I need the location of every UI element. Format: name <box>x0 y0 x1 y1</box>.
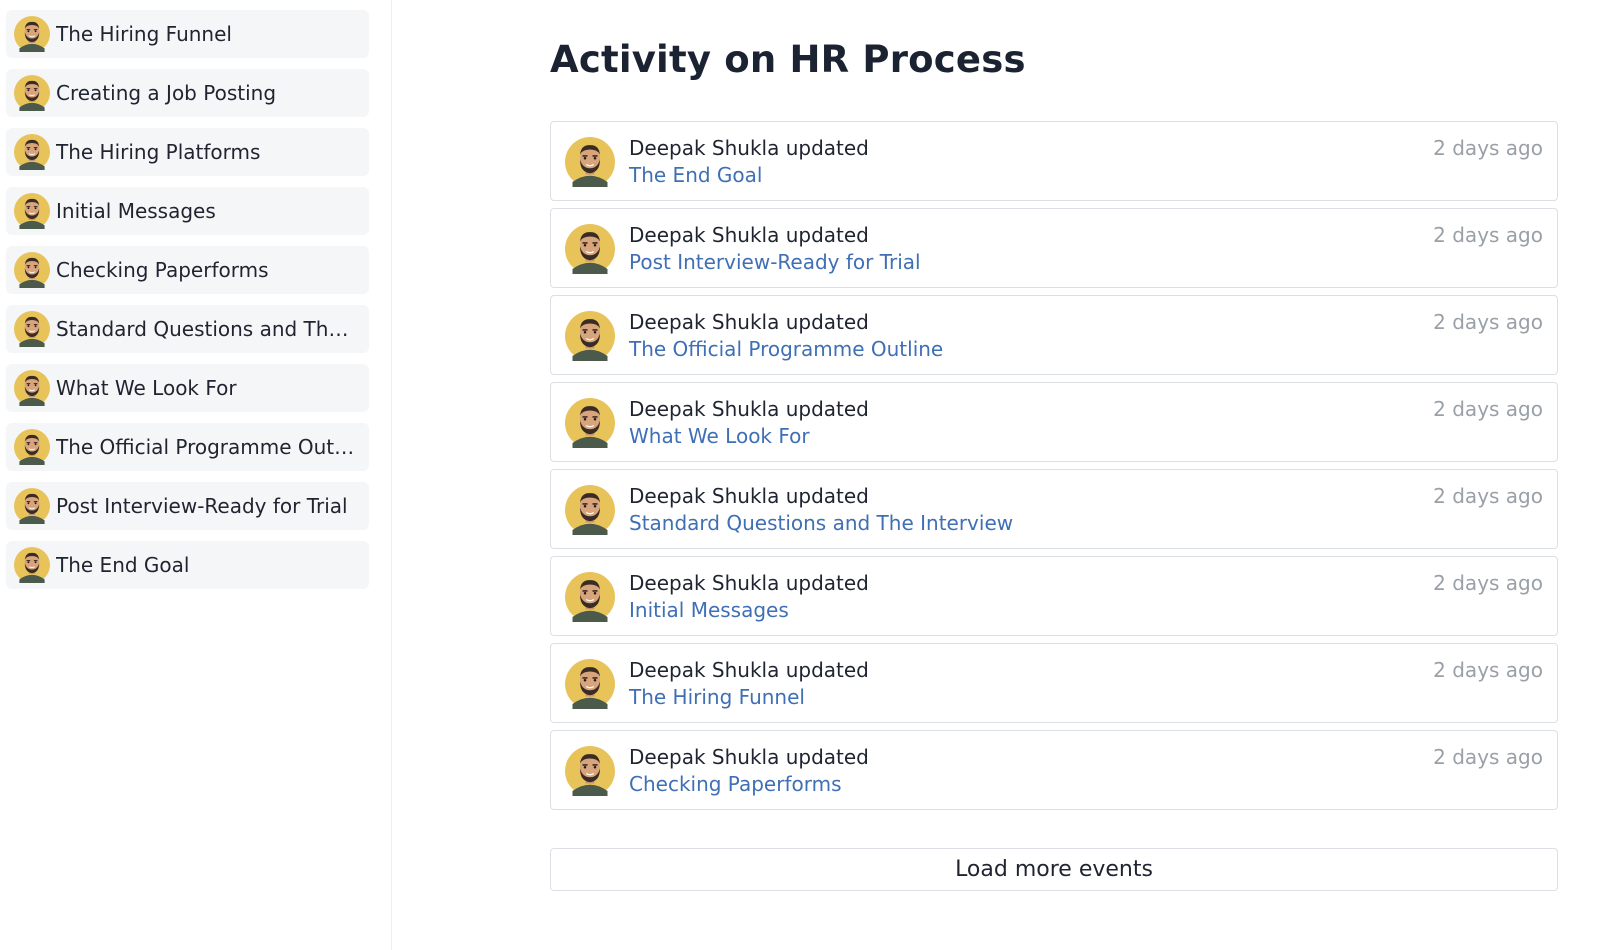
sidebar: The Hiring Funnel Creating a Job Posting… <box>0 0 392 950</box>
sidebar-item-label: Initial Messages <box>56 199 216 223</box>
event-timestamp: 2 days ago <box>1433 136 1543 160</box>
activity-event: Deepak Shukla updated The Hiring Funnel … <box>550 643 1558 723</box>
sidebar-item-official-programme-outline[interactable]: The Official Programme Outline <box>6 423 369 471</box>
user-avatar-icon <box>14 370 50 406</box>
sidebar-item-label: Standard Questions and The In... <box>56 317 358 341</box>
user-avatar-icon <box>14 252 50 288</box>
event-timestamp: 2 days ago <box>1433 397 1543 421</box>
sidebar-item-the-end-goal[interactable]: The End Goal <box>6 541 369 589</box>
event-timestamp: 2 days ago <box>1433 223 1543 247</box>
user-avatar-icon <box>565 485 615 535</box>
sidebar-item-label: What We Look For <box>56 376 237 400</box>
user-avatar-icon <box>14 311 50 347</box>
event-actor: Deepak Shukla updated <box>629 310 869 334</box>
activity-event: Deepak Shukla updated Checking Paperform… <box>550 730 1558 810</box>
event-actor: Deepak Shukla updated <box>629 658 869 682</box>
user-avatar-icon <box>565 659 615 709</box>
user-avatar-icon <box>565 137 615 187</box>
activity-event: Deepak Shukla updated What We Look For 2… <box>550 382 1558 462</box>
page-title: Activity on HR Process <box>550 38 1026 81</box>
sidebar-item-post-interview-ready[interactable]: Post Interview-Ready for Trial <box>6 482 369 530</box>
event-timestamp: 2 days ago <box>1433 310 1543 334</box>
user-avatar-icon <box>14 193 50 229</box>
sidebar-item-what-we-look-for[interactable]: What We Look For <box>6 364 369 412</box>
user-avatar-icon <box>565 398 615 448</box>
event-timestamp: 2 days ago <box>1433 571 1543 595</box>
sidebar-item-label: The End Goal <box>56 553 190 577</box>
sidebar-item-label: Post Interview-Ready for Trial <box>56 494 348 518</box>
user-avatar-icon <box>14 16 50 52</box>
sidebar-item-label: Creating a Job Posting <box>56 81 277 105</box>
event-actor: Deepak Shukla updated <box>629 397 869 421</box>
activity-event: Deepak Shukla updated The End Goal 2 day… <box>550 121 1558 201</box>
user-avatar-icon <box>565 572 615 622</box>
event-actor: Deepak Shukla updated <box>629 571 869 595</box>
user-avatar-icon <box>14 547 50 583</box>
event-target-link[interactable]: The End Goal <box>629 163 762 187</box>
event-timestamp: 2 days ago <box>1433 484 1543 508</box>
event-target-link[interactable]: What We Look For <box>629 424 810 448</box>
activity-event: Deepak Shukla updated Post Interview-Rea… <box>550 208 1558 288</box>
activity-event: Deepak Shukla updated Initial Messages 2… <box>550 556 1558 636</box>
sidebar-item-label: The Hiring Platforms <box>56 140 261 164</box>
event-actor: Deepak Shukla updated <box>629 223 869 247</box>
sidebar-item-label: The Hiring Funnel <box>56 22 232 46</box>
event-actor: Deepak Shukla updated <box>629 745 869 769</box>
activity-event: Deepak Shukla updated The Official Progr… <box>550 295 1558 375</box>
event-target-link[interactable]: Post Interview-Ready for Trial <box>629 250 921 274</box>
event-actor: Deepak Shukla updated <box>629 136 869 160</box>
load-more-events-button[interactable]: Load more events <box>550 848 1558 891</box>
user-avatar-icon <box>565 746 615 796</box>
event-target-link[interactable]: Standard Questions and The Interview <box>629 511 1013 535</box>
activity-event: Deepak Shukla updated Standard Questions… <box>550 469 1558 549</box>
event-timestamp: 2 days ago <box>1433 745 1543 769</box>
user-avatar-icon <box>565 311 615 361</box>
sidebar-item-the-hiring-funnel[interactable]: The Hiring Funnel <box>6 10 369 58</box>
user-avatar-icon <box>14 488 50 524</box>
event-target-link[interactable]: The Official Programme Outline <box>629 337 943 361</box>
user-avatar-icon <box>14 75 50 111</box>
event-actor: Deepak Shukla updated <box>629 484 869 508</box>
user-avatar-icon <box>14 429 50 465</box>
sidebar-item-creating-a-job-posting[interactable]: Creating a Job Posting <box>6 69 369 117</box>
sidebar-item-the-hiring-platforms[interactable]: The Hiring Platforms <box>6 128 369 176</box>
user-avatar-icon <box>565 224 615 274</box>
sidebar-item-initial-messages[interactable]: Initial Messages <box>6 187 369 235</box>
event-target-link[interactable]: Checking Paperforms <box>629 772 842 796</box>
sidebar-item-label: Checking Paperforms <box>56 258 269 282</box>
event-target-link[interactable]: Initial Messages <box>629 598 789 622</box>
sidebar-item-standard-questions[interactable]: Standard Questions and The In... <box>6 305 369 353</box>
event-target-link[interactable]: The Hiring Funnel <box>629 685 805 709</box>
sidebar-item-label: The Official Programme Outline <box>56 435 358 459</box>
event-timestamp: 2 days ago <box>1433 658 1543 682</box>
user-avatar-icon <box>14 134 50 170</box>
sidebar-item-checking-paperforms[interactable]: Checking Paperforms <box>6 246 369 294</box>
